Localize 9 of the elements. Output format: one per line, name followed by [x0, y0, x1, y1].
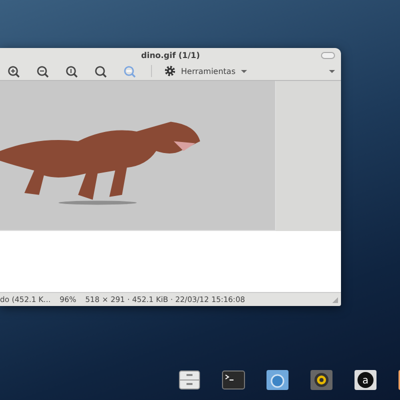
zoom-fit-icon [94, 64, 107, 78]
zoom-in-icon [7, 64, 20, 78]
zoom-selection-icon [123, 64, 136, 78]
window-title: dino.gif (1/1) [141, 50, 200, 60]
gear-icon [164, 65, 176, 77]
zoom-original-icon [65, 64, 78, 78]
overflow-caret-icon[interactable] [329, 70, 335, 72]
tools-menu-button[interactable]: Herramientas [160, 65, 250, 77]
zoom-out-icon [36, 64, 49, 78]
